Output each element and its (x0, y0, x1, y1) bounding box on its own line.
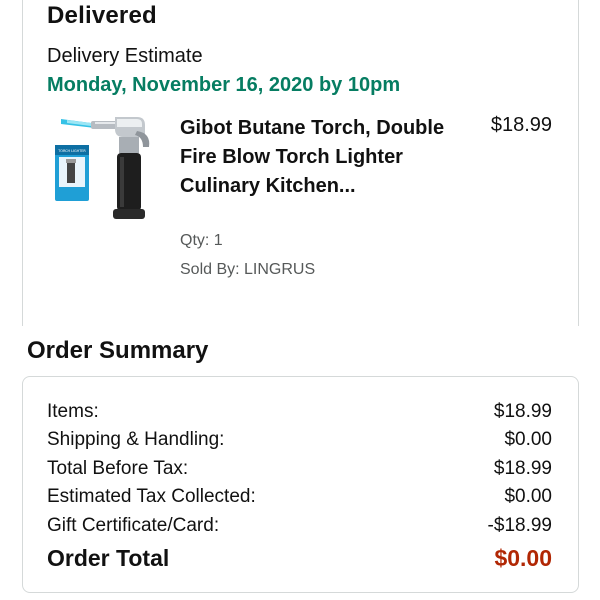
summary-row-order-total: Order Total $0.00 (47, 541, 552, 575)
order-total-value: $0.00 (494, 545, 552, 571)
delivery-status-title: Delivered (47, 2, 157, 29)
delivery-estimate-label: Delivery Estimate (47, 45, 203, 67)
summary-row-total-before-tax: Total Before Tax: $18.99 (47, 455, 552, 483)
product-title-link[interactable]: Gibot Butane Torch, Double Fire Blow Tor… (180, 114, 450, 201)
summary-value: $18.99 (493, 401, 552, 422)
product-price: $18.99 (490, 114, 552, 136)
summary-row-items: Items: $18.99 (47, 398, 552, 426)
summary-label: Total Before Tax: (47, 458, 189, 479)
summary-value: $0.00 (504, 429, 552, 450)
order-summary-heading: Order Summary (27, 337, 209, 364)
shipment-card: Delivered Delivery Estimate Monday, Nove… (22, 0, 579, 326)
summary-label: Items: (47, 401, 99, 422)
summary-row-shipping: Shipping & Handling: $0.00 (47, 426, 552, 454)
summary-label: Estimated Tax Collected: (47, 486, 256, 507)
delivery-estimate-date: Monday, November 16, 2020 by 10pm (47, 74, 401, 96)
product-seller: Sold By: LINGRUS (180, 261, 316, 278)
summary-value: -$18.99 (487, 515, 552, 536)
box-label-text: TORCH LIGHTER (57, 149, 86, 153)
summary-value: $18.99 (493, 458, 552, 479)
summary-label: Shipping & Handling: (47, 429, 225, 450)
summary-value: $0.00 (504, 486, 552, 507)
summary-label: Gift Certificate/Card: (47, 515, 220, 536)
order-summary-card: Items: $18.99 Shipping & Handling: $0.00… (22, 376, 579, 593)
product-quantity: Qty: 1 (180, 232, 223, 249)
summary-row-tax: Estimated Tax Collected: $0.00 (47, 483, 552, 511)
order-total-label: Order Total (47, 545, 170, 571)
product-image[interactable]: TORCH LIGHTER (53, 107, 173, 227)
butane-torch-icon: TORCH LIGHTER (55, 117, 150, 219)
summary-row-gift-card: Gift Certificate/Card: -$18.99 (47, 512, 552, 540)
